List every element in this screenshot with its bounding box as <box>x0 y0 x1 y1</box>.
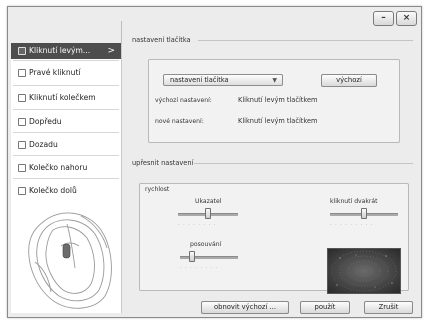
sidebar-item-label: Pravé kliknutí <box>29 68 81 77</box>
test-area-pattern <box>331 250 397 292</box>
new-setting-value: Kliknutí levým tlačítkem <box>238 117 318 125</box>
cancel-button[interactable]: Zrušit <box>364 301 413 314</box>
sidebar-item-right-click[interactable]: Pravé kliknutí <box>11 65 121 81</box>
scroll-speed-ticks: ········ <box>180 265 221 271</box>
pointer-speed-slider[interactable] <box>205 208 211 219</box>
sidebar-item-wheel-click[interactable]: Kliknutí kolečkem <box>11 90 121 106</box>
sidebar-item-label: Kolečko nahoru <box>29 163 88 172</box>
mouse-illustration <box>28 212 112 309</box>
divider <box>13 132 119 133</box>
sidebar-item-back[interactable]: Dozadu <box>11 137 121 153</box>
restore-defaults-button[interactable]: obnovit výchozí ... <box>201 301 289 314</box>
default-setting-value: Kliknutí levým tlačítkem <box>238 96 318 104</box>
double-click-label: kliknutí dvakrát <box>330 198 378 205</box>
checkbox-icon <box>18 164 26 172</box>
divider <box>198 40 413 41</box>
double-click-speed-slider[interactable] <box>361 208 367 219</box>
refine-settings-heading: upřesnit nastavení <box>132 159 194 167</box>
sidebar: Kliknutí levým... > Pravé kliknutí Klikn… <box>11 43 122 313</box>
sidebar-item-label: Kolečko dolů <box>29 186 77 195</box>
checkbox-icon <box>18 47 26 55</box>
default-setting-label: výchozí nastavení: <box>155 97 212 104</box>
new-setting-label: nové nastavení: <box>155 118 204 125</box>
sidebar-item-label: Dozadu <box>29 140 58 149</box>
divider <box>13 155 119 156</box>
sidebar-item-label: Kliknutí kolečkem <box>29 93 96 102</box>
apply-button[interactable]: použít <box>300 301 350 314</box>
sidebar-item-wheel-up[interactable]: Kolečko nahoru <box>11 160 121 176</box>
checkbox-icon <box>18 187 26 195</box>
checkbox-icon <box>18 94 26 102</box>
sidebar-item-label: Dopředu <box>29 117 62 126</box>
scroll-label: posouvání <box>190 241 222 248</box>
button-settings-heading: nastavení tlačítka <box>132 36 191 44</box>
divider <box>13 109 119 110</box>
chevron-down-icon: ▼ <box>272 77 277 84</box>
sidebar-item-label: Kliknutí levým... <box>29 46 91 55</box>
chevron-right-icon: > <box>107 46 115 56</box>
double-click-test-area[interactable] <box>327 248 401 294</box>
minimize-button[interactable]: – <box>373 11 394 26</box>
pointer-label: Ukazatel <box>195 198 222 205</box>
checkbox-icon <box>18 69 26 77</box>
speed-label: rychlost <box>145 186 170 193</box>
close-button[interactable]: × <box>396 11 417 26</box>
pointer-speed-ticks: ········ <box>178 222 219 228</box>
checkbox-icon <box>18 118 26 126</box>
divider <box>13 60 119 61</box>
sidebar-item-forward[interactable]: Dopředu <box>11 114 121 130</box>
scroll-speed-slider[interactable] <box>188 251 195 262</box>
sidebar-item-left-click[interactable]: Kliknutí levým... > <box>11 43 121 59</box>
divider <box>194 163 413 164</box>
dropdown-value: nastavení tlačítka <box>170 76 229 84</box>
sidebar-item-wheel-down[interactable]: Kolečko dolů <box>11 183 121 199</box>
default-button[interactable]: výchozí <box>321 74 377 87</box>
double-click-speed-ticks: ········· <box>330 222 376 228</box>
divider <box>13 178 119 179</box>
checkbox-icon <box>18 141 26 149</box>
button-setting-dropdown[interactable]: nastavení tlačítka ▼ <box>163 74 283 86</box>
mouse-settings-window: – × Kliknutí levým... > Pravé kliknutí K… <box>7 6 422 318</box>
divider <box>13 85 119 86</box>
